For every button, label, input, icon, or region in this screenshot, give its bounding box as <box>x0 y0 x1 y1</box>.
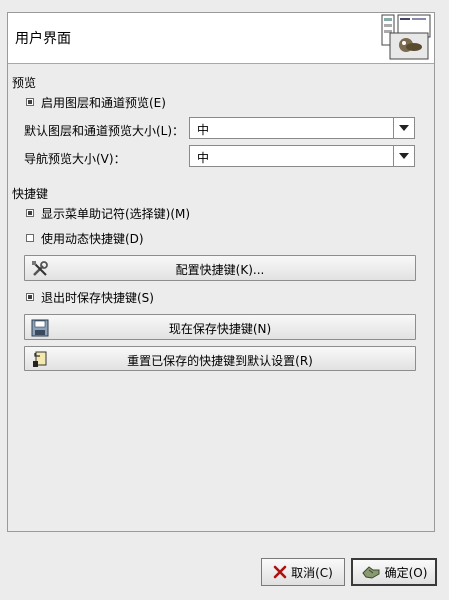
page-header: 用户界面 <box>8 13 434 64</box>
ok-label: 确定(O) <box>384 565 428 580</box>
checkbox-box[interactable] <box>26 293 34 301</box>
cancel-button[interactable]: 取消(C) <box>261 558 345 586</box>
select-value: 中 <box>197 123 210 137</box>
preview-section-title: 预览 <box>12 76 37 90</box>
configure-shortcuts-button[interactable]: 配置快捷键(K)... <box>24 255 416 281</box>
shortcuts-section-title: 快捷键 <box>12 187 49 201</box>
cancel-label: 取消(C) <box>291 565 333 580</box>
button-label: 现在保存快捷键(N) <box>168 322 272 336</box>
dynamic-shortcuts-checkbox[interactable]: 使用动态快捷键(D) <box>26 230 144 246</box>
checkbox-box[interactable] <box>26 98 34 106</box>
chevron-down-icon[interactable] <box>393 146 414 166</box>
enable-layer-preview-checkbox[interactable]: 启用图层和通道预览(E) <box>26 94 166 110</box>
checkbox-box[interactable] <box>26 234 34 242</box>
button-label: 配置快捷键(K)... <box>175 263 265 277</box>
checkbox-label: 退出时保存快捷键(S) <box>41 290 154 305</box>
preferences-interface-icon <box>381 14 431 60</box>
reset-shortcuts-button[interactable]: 重置已保存的快捷键到默认设置(R) <box>24 346 416 371</box>
save-on-exit-checkbox[interactable]: 退出时保存快捷键(S) <box>26 289 154 305</box>
chevron-down-icon[interactable] <box>393 118 414 138</box>
show-mnemonics-checkbox[interactable]: 显示菜单助记符(选择键)(M) <box>26 205 190 221</box>
checkbox-label: 启用图层和通道预览(E) <box>41 95 166 110</box>
ok-hand-icon <box>361 566 380 579</box>
checkbox-label: 使用动态快捷键(D) <box>41 231 144 246</box>
default-preview-size-select[interactable]: 中 <box>189 117 415 139</box>
ok-button[interactable]: 确定(O) <box>351 558 437 586</box>
nav-preview-size-select[interactable]: 中 <box>189 145 415 167</box>
nav-preview-size-label: 导航预览大小(V)： <box>24 152 126 166</box>
button-label: 重置已保存的快捷键到默认设置(R) <box>127 354 313 368</box>
checkbox-label: 显示菜单助记符(选择键)(M) <box>41 206 191 221</box>
checkbox-box[interactable] <box>26 209 34 217</box>
close-icon <box>273 565 287 579</box>
select-value: 中 <box>197 151 210 165</box>
page-title: 用户界面 <box>15 31 71 47</box>
save-shortcuts-now-button[interactable]: 现在保存快捷键(N) <box>24 314 416 340</box>
default-preview-size-label: 默认图层和通道预览大小(L)： <box>24 124 185 138</box>
